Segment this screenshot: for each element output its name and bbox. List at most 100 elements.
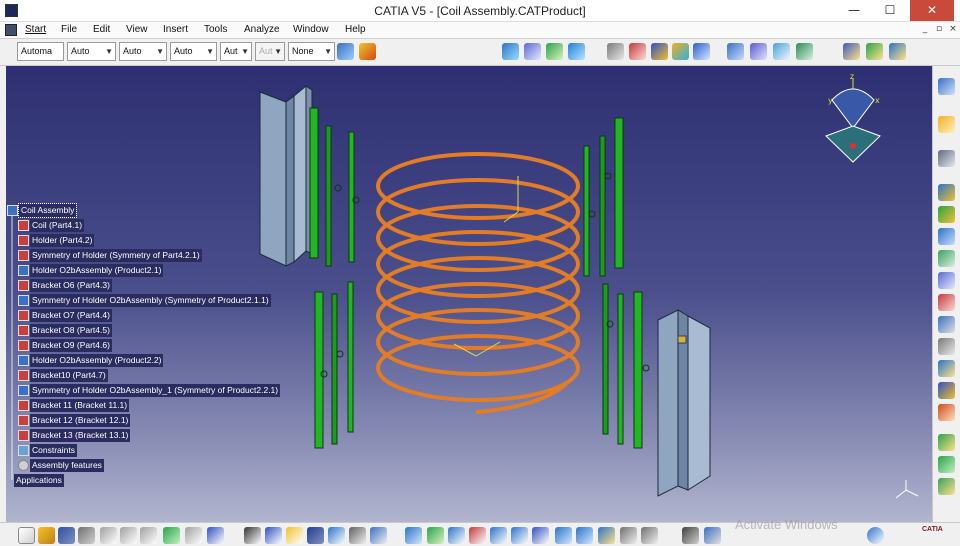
tree-item-label[interactable]: Bracket O9 (Part4.6) bbox=[30, 339, 112, 352]
render-icon[interactable] bbox=[867, 527, 884, 544]
new-component-icon[interactable] bbox=[938, 434, 955, 451]
redo-icon[interactable] bbox=[185, 527, 202, 544]
measure-inertia-icon[interactable] bbox=[370, 527, 387, 544]
graph-tree-reordering-icon[interactable] bbox=[938, 272, 955, 289]
bracket-right-upper[interactable] bbox=[583, 117, 624, 277]
open-folder-icon[interactable] bbox=[38, 527, 55, 544]
menu-tools[interactable]: Tools bbox=[204, 24, 227, 35]
tree-item-label[interactable]: Bracket O6 (Part4.3) bbox=[30, 279, 112, 292]
cut-icon[interactable] bbox=[100, 527, 117, 544]
color-combo[interactable]: Automa bbox=[17, 42, 64, 61]
zoom-in-icon[interactable] bbox=[490, 527, 507, 544]
bracket-left-upper[interactable] bbox=[309, 107, 360, 267]
normal-view-icon[interactable] bbox=[532, 527, 549, 544]
fix-component-icon[interactable] bbox=[651, 43, 668, 60]
transparency-combo[interactable]: Auto ▼ bbox=[67, 42, 116, 61]
comment-icon[interactable] bbox=[265, 527, 282, 544]
offset-constraint-icon[interactable] bbox=[727, 43, 744, 60]
layer-combo[interactable]: None ▼ bbox=[288, 42, 335, 61]
fix-together-icon[interactable] bbox=[773, 43, 790, 60]
menu-window[interactable]: Window bbox=[293, 24, 329, 35]
pan-icon[interactable] bbox=[448, 527, 465, 544]
update-icon[interactable] bbox=[629, 43, 646, 60]
generate-numbering-icon[interactable] bbox=[938, 294, 955, 311]
manage-representations-icon[interactable] bbox=[938, 338, 955, 355]
stop-manipulate-icon[interactable] bbox=[568, 43, 585, 60]
tree-item-label[interactable]: Bracket 11 (Bracket 11.1) bbox=[30, 399, 130, 412]
doc-close-button[interactable]: × bbox=[946, 23, 960, 37]
insert-product-icon[interactable] bbox=[938, 184, 955, 201]
doc-minimize-button[interactable]: _ bbox=[918, 23, 932, 37]
tree-item-label[interactable]: Constraints bbox=[30, 444, 77, 457]
tree-item-label[interactable]: Symmetry of Holder O2bAssembly_1 (Symmet… bbox=[30, 384, 281, 397]
explode-icon[interactable] bbox=[524, 43, 541, 60]
tree-item-label[interactable]: Holder (Part4.2) bbox=[30, 234, 95, 247]
swap-visible-space-icon[interactable] bbox=[641, 527, 658, 544]
menu-analyze[interactable]: Analyze bbox=[244, 24, 280, 35]
3d-viewport[interactable]: z x y Coil Assembly Coil (Part4.1) Holde… bbox=[6, 66, 932, 522]
measure-between-icon[interactable] bbox=[328, 527, 345, 544]
quick-constraint-icon[interactable] bbox=[796, 43, 813, 60]
table-icon[interactable] bbox=[307, 527, 324, 544]
format-painter-icon[interactable] bbox=[359, 43, 376, 60]
tree-root-label[interactable]: Coil Assembly bbox=[17, 203, 78, 218]
tree-item-label[interactable]: Applications bbox=[14, 474, 64, 487]
tree-item-label[interactable]: Bracket O8 (Part4.5) bbox=[30, 324, 112, 337]
shading-icon[interactable] bbox=[598, 527, 615, 544]
rotate-icon[interactable] bbox=[469, 527, 486, 544]
maximize-button[interactable]: ☐ bbox=[873, 0, 907, 21]
existing-component-with-positioning-icon[interactable] bbox=[938, 478, 955, 495]
tree-item-label[interactable]: Bracket10 (Part4.7) bbox=[30, 369, 108, 382]
coincidence-constraint-icon[interactable] bbox=[672, 43, 689, 60]
coil[interactable] bbox=[376, 152, 580, 414]
tree-item-label[interactable]: Symmetry of Holder O2bAssembly (Symmetry… bbox=[30, 294, 271, 307]
menu-insert[interactable]: Insert bbox=[163, 24, 188, 35]
menu-view[interactable]: View bbox=[126, 24, 148, 35]
reuse-pattern-icon[interactable] bbox=[938, 404, 955, 421]
undo-icon[interactable] bbox=[163, 527, 180, 544]
catalog-icon[interactable] bbox=[938, 150, 955, 167]
tree-item-label[interactable]: Coil (Part4.1) bbox=[30, 219, 85, 232]
fast-multi-instantiation-icon[interactable] bbox=[938, 382, 955, 399]
holder-right[interactable] bbox=[657, 309, 711, 497]
menu-file[interactable]: File bbox=[61, 24, 77, 35]
hide-show-icon[interactable] bbox=[620, 527, 637, 544]
manipulate-icon[interactable] bbox=[546, 43, 563, 60]
save-icon[interactable] bbox=[58, 527, 75, 544]
multi-view-icon[interactable] bbox=[555, 527, 572, 544]
snap-icon[interactable] bbox=[502, 43, 519, 60]
copy-icon[interactable] bbox=[120, 527, 137, 544]
compass-icon[interactable]: z x y bbox=[825, 72, 881, 163]
doc-restore-button[interactable]: ▫ bbox=[932, 23, 946, 37]
line-type-combo[interactable]: Auto ▼ bbox=[170, 42, 217, 61]
existing-component-icon[interactable] bbox=[889, 43, 906, 60]
paint-brush-icon[interactable] bbox=[337, 43, 354, 60]
fly-mode-icon[interactable] bbox=[405, 527, 422, 544]
product-icon[interactable] bbox=[843, 43, 860, 60]
knowledge-icon[interactable] bbox=[286, 527, 303, 544]
paste-icon[interactable] bbox=[140, 527, 157, 544]
new-product-icon[interactable] bbox=[938, 456, 955, 473]
select-icon[interactable] bbox=[938, 78, 955, 95]
print-icon[interactable] bbox=[78, 527, 95, 544]
insert-component-icon[interactable] bbox=[938, 206, 955, 223]
tree-item-label[interactable]: Symmetry of Holder (Symmetry of Part4.2.… bbox=[30, 249, 202, 262]
measure-item-icon[interactable] bbox=[349, 527, 366, 544]
menu-edit[interactable]: Edit bbox=[93, 24, 110, 35]
zoom-out-icon[interactable] bbox=[511, 527, 528, 544]
holder-left[interactable] bbox=[259, 84, 313, 267]
tree-item-label[interactable]: Bracket 12 (Bracket 12.1) bbox=[30, 414, 131, 427]
line-thickness-combo[interactable]: Auto ▼ bbox=[119, 42, 167, 61]
contact-constraint-icon[interactable] bbox=[693, 43, 710, 60]
new-file-icon[interactable] bbox=[18, 527, 35, 544]
point-type-combo[interactable]: Aut ▼ bbox=[220, 42, 252, 61]
new-part-icon[interactable] bbox=[866, 43, 883, 60]
fit-all-in-icon[interactable] bbox=[427, 527, 444, 544]
tree-item-label[interactable]: Holder O2bAssembly (Product2.1) bbox=[30, 264, 164, 277]
tree-item-label[interactable]: Assembly features bbox=[30, 459, 104, 472]
minimize-button[interactable]: — bbox=[837, 0, 871, 21]
multi-instantiation-icon[interactable] bbox=[938, 360, 955, 377]
bill-of-material-icon[interactable] bbox=[607, 43, 624, 60]
tree-item-label[interactable]: Bracket O7 (Part4.4) bbox=[30, 309, 112, 322]
menu-start[interactable]: Start bbox=[25, 24, 46, 35]
